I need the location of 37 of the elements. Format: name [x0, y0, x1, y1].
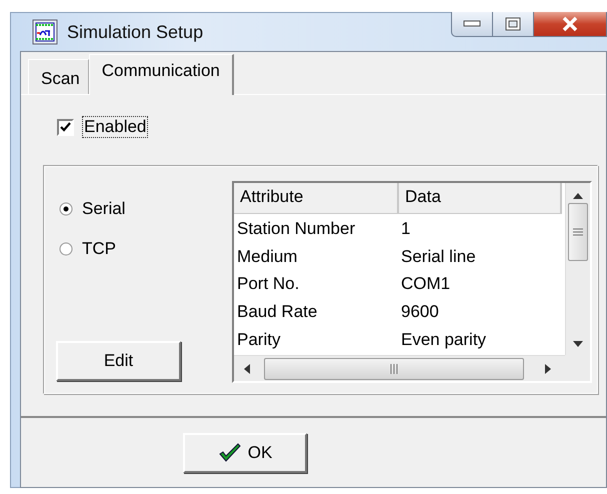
- close-icon: [561, 16, 579, 32]
- maximize-icon: [505, 17, 521, 31]
- maximize-button[interactable]: [493, 12, 534, 37]
- check-icon: [60, 122, 71, 132]
- table-cell-text: Port No.: [236, 274, 300, 294]
- table-cell-text: Even parity: [400, 330, 488, 350]
- table-cell-text: Medium: [236, 246, 298, 267]
- radio-button[interactable]: Serial: [59, 198, 232, 220]
- edit-button[interactable]: Edit: [56, 341, 181, 381]
- table-cell-text: 9600: [400, 302, 440, 322]
- check-icon: [218, 442, 242, 462]
- vertical-scrollbar[interactable]: [565, 183, 590, 355]
- tab[interactable]: Scan: [28, 59, 89, 94]
- column-header[interactable]: Data: [399, 183, 562, 214]
- table-cell-text: Serial line: [400, 246, 477, 267]
- horizontal-scrollbar[interactable]: [234, 355, 565, 381]
- grip-icon: [390, 364, 398, 374]
- scroll-down-icon: [573, 341, 583, 347]
- close-button[interactable]: [534, 12, 607, 37]
- scroll-up-icon: [573, 193, 583, 199]
- scroll-left-icon: [244, 364, 250, 374]
- table-cell-text: 1: [400, 218, 412, 239]
- table-cell-text: Parity: [236, 330, 282, 350]
- app-icon: [32, 19, 58, 45]
- minimize-icon: [463, 20, 481, 28]
- scroll-right-icon: [545, 364, 551, 374]
- column-header[interactable]: Attribute: [234, 183, 399, 214]
- minimize-button[interactable]: [451, 12, 493, 37]
- radio-button[interactable]: TCP: [59, 238, 232, 260]
- grip-icon: [573, 228, 583, 236]
- table-cell-text: COM1: [400, 274, 452, 294]
- window-title: Simulation Setup: [67, 22, 204, 42]
- tab[interactable]: Communication: [88, 54, 234, 95]
- table-cell-text: Station Number: [236, 218, 356, 239]
- enabled-checkbox[interactable]: Enabled: [57, 115, 606, 139]
- table-cell-text: Baud Rate: [236, 302, 318, 322]
- ok-button[interactable]: OK: [183, 432, 307, 472]
